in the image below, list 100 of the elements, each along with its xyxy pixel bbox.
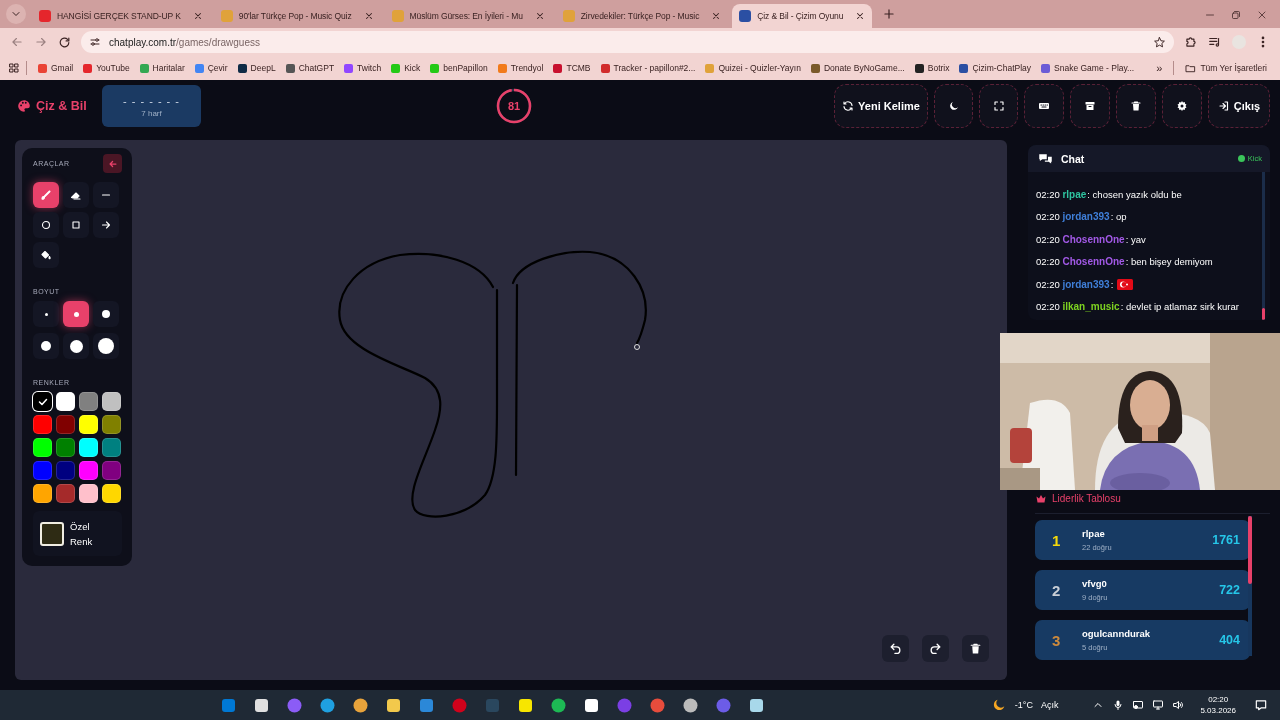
bookmark[interactable]: TCMB xyxy=(548,61,596,75)
trash-button[interactable] xyxy=(1116,84,1156,128)
brush-size-button[interactable] xyxy=(63,333,89,359)
close-icon[interactable] xyxy=(855,11,866,21)
message-time: 02:20 xyxy=(1036,301,1060,312)
tool-button[interactable] xyxy=(93,212,119,238)
bookmark[interactable]: Haritalar xyxy=(134,61,190,75)
back-icon[interactable] xyxy=(10,35,24,49)
all-bookmarks-button[interactable]: Tüm Yer İşaretleri xyxy=(1180,60,1272,76)
collapse-button[interactable] xyxy=(103,154,122,173)
color-swatch[interactable] xyxy=(79,461,98,480)
custom-color-button[interactable]: Özel Renk xyxy=(33,511,122,556)
undo-button[interactable] xyxy=(882,635,909,662)
screen-icon[interactable] xyxy=(1132,699,1145,711)
bookmark[interactable]: ChatGPT xyxy=(280,61,340,75)
app-icon[interactable] xyxy=(518,697,533,713)
more-bookmarks-button[interactable]: » xyxy=(1151,60,1168,76)
color-swatch[interactable] xyxy=(56,438,75,457)
bookmark[interactable]: Donate ByNoGame... xyxy=(805,61,910,75)
brush-size-button[interactable] xyxy=(93,333,119,359)
media-control-icon[interactable] xyxy=(1208,35,1222,49)
browser-tab[interactable]: Çiz & Bil - Çizim Oyunu xyxy=(732,4,873,28)
bookmark[interactable]: DeepL xyxy=(232,61,281,75)
archive-button[interactable] xyxy=(1070,84,1110,128)
bookmark[interactable]: Trendyol xyxy=(492,61,549,75)
star-icon[interactable] xyxy=(1153,35,1166,49)
brush-size-button[interactable] xyxy=(33,333,59,359)
bookmark[interactable]: Kick xyxy=(386,61,426,75)
app-icon[interactable] xyxy=(254,697,269,713)
network-icon[interactable] xyxy=(1152,699,1165,711)
tool-button[interactable] xyxy=(63,212,89,238)
bookmark[interactable]: Çizim-ChatPlay xyxy=(954,61,1037,75)
keyboard-button[interactable] xyxy=(1024,84,1064,128)
close-icon[interactable] xyxy=(363,11,374,21)
color-swatch[interactable] xyxy=(33,415,52,434)
bookmark[interactable]: Snake Game - Play... xyxy=(1036,61,1140,75)
color-swatch[interactable] xyxy=(79,438,98,457)
clock[interactable]: 02:20 5.03.2026 xyxy=(1200,694,1236,716)
color-swatch[interactable] xyxy=(33,461,52,480)
close-icon[interactable] xyxy=(711,11,722,21)
close-icon[interactable] xyxy=(192,11,203,21)
color-swatch[interactable] xyxy=(33,484,52,503)
app-icon[interactable] xyxy=(551,697,566,713)
app-icon[interactable] xyxy=(683,697,698,713)
bookmark[interactable]: Twitch xyxy=(339,61,387,75)
brush-size-button[interactable] xyxy=(63,301,89,327)
color-swatch[interactable] xyxy=(79,484,98,503)
bookmark[interactable]: YouTube xyxy=(78,61,135,75)
bookmark[interactable]: Gmail xyxy=(33,61,79,75)
app-icon[interactable] xyxy=(386,697,401,713)
bookmark[interactable]: benPapillon xyxy=(425,61,493,75)
color-swatch[interactable] xyxy=(102,392,121,411)
browser-tab[interactable]: Müslüm Gürses: En İyileri - Mu xyxy=(384,4,552,28)
forward-icon[interactable] xyxy=(34,35,48,49)
settings-button[interactable] xyxy=(1162,84,1202,128)
tool-button[interactable] xyxy=(63,182,89,208)
color-swatch[interactable] xyxy=(56,392,75,411)
site-settings-icon[interactable] xyxy=(89,36,101,48)
address-bar[interactable]: chatplay.com.tr/games/drawguess xyxy=(81,31,1174,53)
color-swatch[interactable] xyxy=(102,415,121,434)
microphone-icon[interactable] xyxy=(1112,699,1125,711)
tool-button[interactable] xyxy=(33,242,59,268)
color-swatch[interactable] xyxy=(102,484,121,503)
color-swatch[interactable] xyxy=(102,461,121,480)
browser-tab[interactable]: Zirvedekiler: Türkçe Pop - Music xyxy=(555,4,729,28)
close-icon[interactable] xyxy=(534,11,545,21)
apps-icon[interactable] xyxy=(8,62,20,74)
app-icon[interactable] xyxy=(353,697,368,713)
color-swatch[interactable] xyxy=(102,438,121,457)
color-swatch[interactable] xyxy=(79,392,98,411)
tool-button[interactable] xyxy=(33,182,59,208)
notification-icon[interactable] xyxy=(1254,698,1268,712)
color-swatch[interactable] xyxy=(56,461,75,480)
bookmark[interactable]: Tracker - papillon#2... xyxy=(595,61,701,75)
color-swatch[interactable] xyxy=(33,438,52,457)
bookmark[interactable]: Botrix xyxy=(909,61,955,75)
new-tab-icon[interactable] xyxy=(882,7,897,21)
extensions-icon[interactable] xyxy=(1184,35,1198,49)
browser-tab[interactable]: HANGİSİ GERÇEK STAND-UP K xyxy=(32,4,210,28)
bookmark[interactable]: Quizei - Quizler-Yayın xyxy=(700,61,806,75)
clear-button[interactable] xyxy=(962,635,989,662)
app-icon[interactable] xyxy=(584,697,599,713)
fullscreen-button[interactable] xyxy=(979,84,1018,128)
color-swatch[interactable] xyxy=(56,484,75,503)
tool-button[interactable] xyxy=(33,212,59,238)
app-icon[interactable] xyxy=(749,697,764,713)
brush-size-button[interactable] xyxy=(93,301,119,327)
close-icon[interactable] xyxy=(1256,9,1268,21)
color-swatch[interactable] xyxy=(33,392,52,411)
redo-button[interactable] xyxy=(922,635,949,662)
bookmark[interactable]: Çevir xyxy=(189,61,233,75)
timer-value: 81 xyxy=(507,100,521,112)
color-swatch[interactable] xyxy=(79,415,98,434)
new-word-button[interactable]: Yeni Kelime xyxy=(834,84,928,128)
exit-button[interactable]: Çıkış xyxy=(1208,84,1270,128)
volume-icon[interactable] xyxy=(1172,699,1185,711)
color-swatch[interactable] xyxy=(56,415,75,434)
restore-icon[interactable] xyxy=(1230,9,1242,21)
reload-icon[interactable] xyxy=(58,35,71,49)
browser-tab[interactable]: 90'lar Türkçe Pop - Music Quiz xyxy=(213,4,381,28)
